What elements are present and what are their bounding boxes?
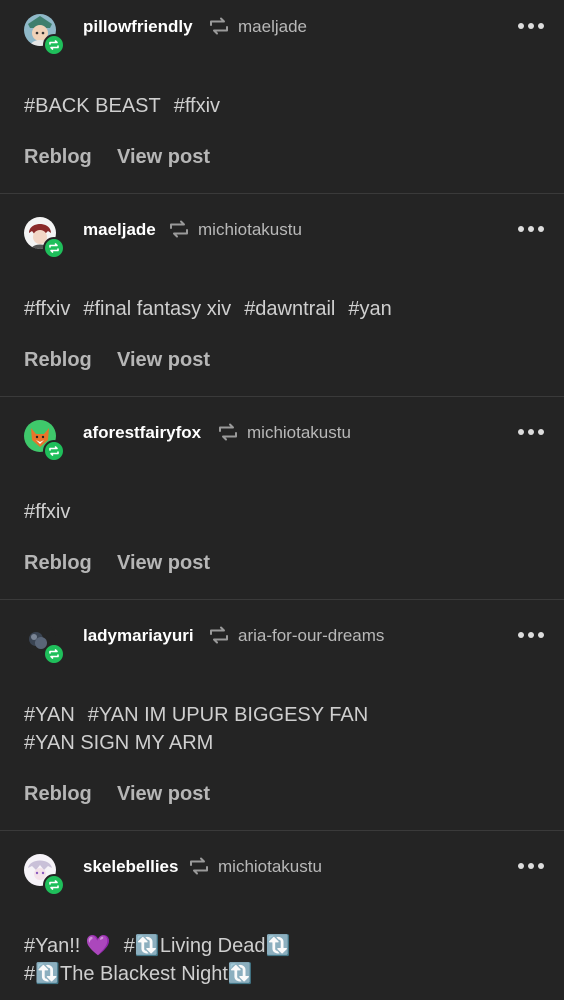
view-post-button[interactable]: View post <box>117 349 210 372</box>
reblog-button[interactable]: Reblog <box>24 146 92 169</box>
post-tags: #ffxiv #final fantasy xiv #dawntrail #yan <box>24 295 405 323</box>
reblog-button[interactable]: Reblog <box>24 552 92 575</box>
reblog-button[interactable]: Reblog <box>24 349 92 372</box>
post-header: aforestfairyfox michiotakustu <box>0 406 564 466</box>
post-tags: #YAN #YAN IM UPUR BIGGESY FAN #YAN SIGN M… <box>24 701 381 757</box>
username[interactable]: aforestfairyfox <box>83 423 201 443</box>
avatar[interactable] <box>24 14 65 56</box>
more-options-icon[interactable] <box>518 862 544 870</box>
tag[interactable]: #ffxiv <box>174 95 220 117</box>
more-options-icon[interactable] <box>518 225 544 233</box>
post-card: skelebellies michiotakustu #Yan!! 💜 #🔃Liv… <box>0 840 564 1000</box>
more-options-icon[interactable] <box>518 428 544 436</box>
tag[interactable]: #ffxiv <box>24 501 70 523</box>
view-post-button[interactable]: View post <box>117 146 210 169</box>
reblog-source[interactable]: maeljade <box>238 17 307 37</box>
avatar[interactable] <box>24 623 65 665</box>
tag[interactable]: #BACK BEAST <box>24 95 161 117</box>
avatar[interactable] <box>24 217 65 259</box>
reblog-icon <box>219 423 237 441</box>
post-card: ladymariayuri aria-for-our-dreams #YAN #Y… <box>0 609 564 831</box>
avatar[interactable] <box>24 854 65 896</box>
post-tags: #BACK BEAST #ffxiv <box>24 92 233 120</box>
username[interactable]: skelebellies <box>83 857 178 877</box>
post-header: pillowfriendly maeljade <box>0 0 564 60</box>
reblog-badge-icon <box>43 440 65 462</box>
reblog-badge-icon <box>43 237 65 259</box>
post-card: pillowfriendly maeljade #BACK BEAST #ffxi… <box>0 0 564 194</box>
reblog-icon <box>170 220 188 238</box>
post-card: aforestfairyfox michiotakustu #ffxiv Reb… <box>0 406 564 600</box>
post-header: maeljade michiotakustu <box>0 203 564 263</box>
tag[interactable]: #final fantasy xiv <box>83 298 231 320</box>
tag[interactable]: #🔃The Blackest Night🔃 <box>24 963 253 985</box>
reblog-icon <box>210 17 228 35</box>
tag[interactable]: #ffxiv <box>24 298 70 320</box>
reblog-button[interactable]: Reblog <box>24 783 92 806</box>
reblog-source[interactable]: aria-for-our-dreams <box>238 626 384 646</box>
tag[interactable]: #yan <box>348 298 391 320</box>
post-card: maeljade michiotakustu #ffxiv #final fant… <box>0 203 564 397</box>
tag[interactable]: #YAN SIGN MY ARM <box>24 732 213 754</box>
view-post-button[interactable]: View post <box>117 783 210 806</box>
post-tags: #Yan!! 💜 #🔃Living Dead🔃 #🔃The Blackest Ni… <box>24 932 303 988</box>
reblog-icon <box>210 626 228 644</box>
username[interactable]: maeljade <box>83 220 156 240</box>
post-tags: #ffxiv <box>24 498 83 526</box>
post-header: skelebellies michiotakustu <box>0 840 564 900</box>
avatar[interactable] <box>24 420 65 462</box>
reblog-source[interactable]: michiotakustu <box>198 220 302 240</box>
reblog-badge-icon <box>43 34 65 56</box>
tag[interactable]: #YAN <box>24 704 75 726</box>
reblog-source[interactable]: michiotakustu <box>218 857 322 877</box>
reblog-badge-icon <box>43 874 65 896</box>
reblog-badge-icon <box>43 643 65 665</box>
username[interactable]: pillowfriendly <box>83 17 193 37</box>
reblog-icon <box>190 857 208 875</box>
more-options-icon[interactable] <box>518 631 544 639</box>
tag[interactable]: #YAN IM UPUR BIGGESY FAN <box>88 704 368 726</box>
more-options-icon[interactable] <box>518 22 544 30</box>
reblog-source[interactable]: michiotakustu <box>247 423 351 443</box>
post-header: ladymariayuri aria-for-our-dreams <box>0 609 564 669</box>
tag[interactable]: #Yan!! 💜 <box>24 935 111 957</box>
username[interactable]: ladymariayuri <box>83 626 194 646</box>
tag[interactable]: #dawntrail <box>244 298 335 320</box>
view-post-button[interactable]: View post <box>117 552 210 575</box>
tag[interactable]: #🔃Living Dead🔃 <box>124 935 291 957</box>
